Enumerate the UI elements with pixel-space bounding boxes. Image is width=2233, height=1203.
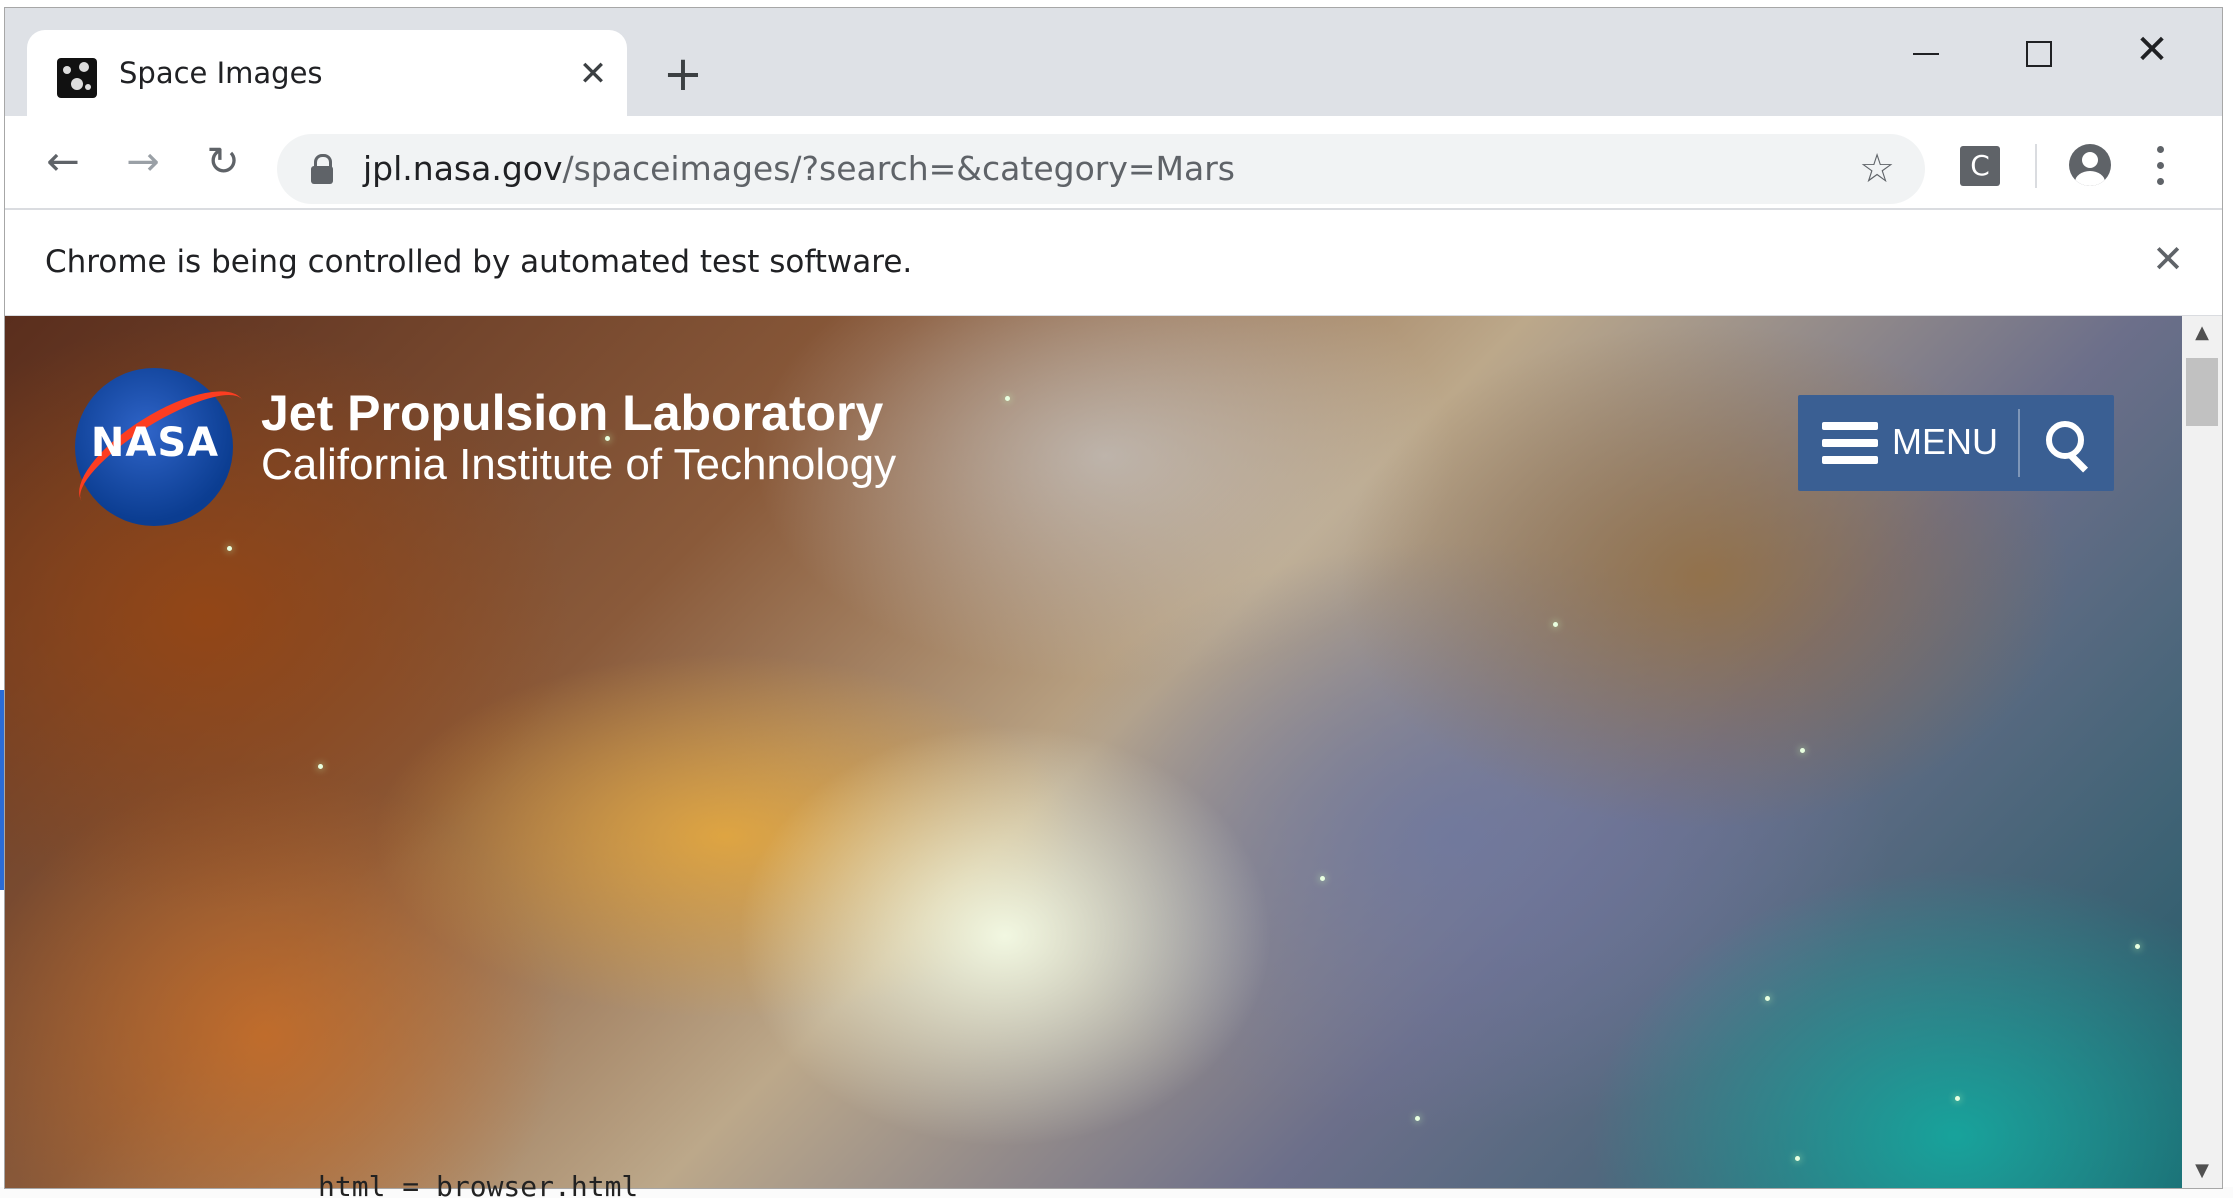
star-icon[interactable]: ☆: [1853, 145, 1901, 193]
star-sparkle: [1415, 1116, 1420, 1121]
lock-icon[interactable]: [311, 154, 333, 184]
browser-tab[interactable]: Space Images ✕: [27, 30, 627, 116]
nasa-logo-text: NASA: [90, 420, 220, 466]
star-sparkle: [1553, 622, 1558, 627]
extension-icon[interactable]: C: [1960, 146, 2000, 186]
star-sparkle: [1765, 996, 1770, 1001]
vertical-scrollbar[interactable]: ▲ ▼: [2182, 316, 2222, 1188]
nasa-logo[interactable]: NASA: [62, 368, 262, 532]
star-sparkle: [2135, 944, 2140, 949]
hamburger-icon[interactable]: [1822, 422, 1878, 464]
url-domain: jpl.nasa.gov: [363, 149, 563, 188]
forward-arrow-icon[interactable]: →: [113, 132, 173, 192]
minimize-icon[interactable]: [1895, 20, 1955, 80]
infobar-close-icon[interactable]: ✕: [2143, 234, 2193, 284]
menu-divider: [2018, 409, 2020, 477]
automation-infobar: Chrome is being controlled by automated …: [5, 208, 2222, 316]
maximize-icon[interactable]: [2008, 20, 2068, 80]
title-bar: Space Images ✕ + ✕: [5, 8, 2222, 116]
star-sparkle: [1005, 396, 1010, 401]
favicon: [57, 58, 97, 98]
star-sparkle: [1800, 748, 1805, 753]
browser-window: Space Images ✕ + ✕ ← → ↻ jpl.nasa.gov/sp…: [5, 8, 2222, 1188]
infobar-message: Chrome is being controlled by automated …: [45, 244, 913, 280]
desktop-strip-right: [2222, 0, 2233, 1198]
page-hero-image: NASA Jet Propulsion Laboratory Californi…: [5, 316, 2182, 1188]
tab-close-icon[interactable]: ✕: [573, 54, 613, 94]
toolbar-separator: [2035, 144, 2037, 188]
star-sparkle: [1320, 876, 1325, 881]
window-close-icon[interactable]: ✕: [2122, 20, 2182, 80]
scroll-up-arrow-icon[interactable]: ▲: [2182, 316, 2222, 350]
url-path: /spaceimages/?search=&category=Mars: [562, 149, 1235, 188]
reload-icon[interactable]: ↻: [193, 132, 253, 192]
star-sparkle: [1795, 1156, 1800, 1161]
browser-toolbar: ← → ↻ jpl.nasa.gov/spaceimages/?search=&…: [5, 116, 2222, 208]
scroll-down-arrow-icon[interactable]: ▼: [2182, 1154, 2222, 1188]
tab-title: Space Images: [119, 56, 323, 90]
search-icon[interactable]: [2032, 409, 2100, 477]
menu-bar: MENU: [1798, 395, 2114, 491]
back-arrow-icon[interactable]: ←: [33, 132, 93, 192]
menu-button[interactable]: MENU: [1892, 421, 1998, 463]
site-title[interactable]: Jet Propulsion Laboratory: [261, 384, 883, 442]
background-code-line: html = browser.html: [318, 1170, 639, 1203]
more-vert-icon[interactable]: [2155, 144, 2165, 188]
new-tab-button[interactable]: +: [657, 48, 709, 100]
profile-icon[interactable]: [2069, 144, 2111, 186]
address-bar[interactable]: jpl.nasa.gov/spaceimages/?search=&catego…: [277, 134, 1925, 204]
star-sparkle: [1955, 1096, 1960, 1101]
desktop-strip-top: [0, 0, 2233, 8]
star-sparkle: [227, 546, 232, 551]
scroll-thumb[interactable]: [2186, 358, 2218, 426]
star-sparkle: [318, 764, 323, 769]
site-subtitle: California Institute of Technology: [261, 440, 897, 489]
url-text[interactable]: jpl.nasa.gov/spaceimages/?search=&catego…: [363, 149, 1235, 188]
